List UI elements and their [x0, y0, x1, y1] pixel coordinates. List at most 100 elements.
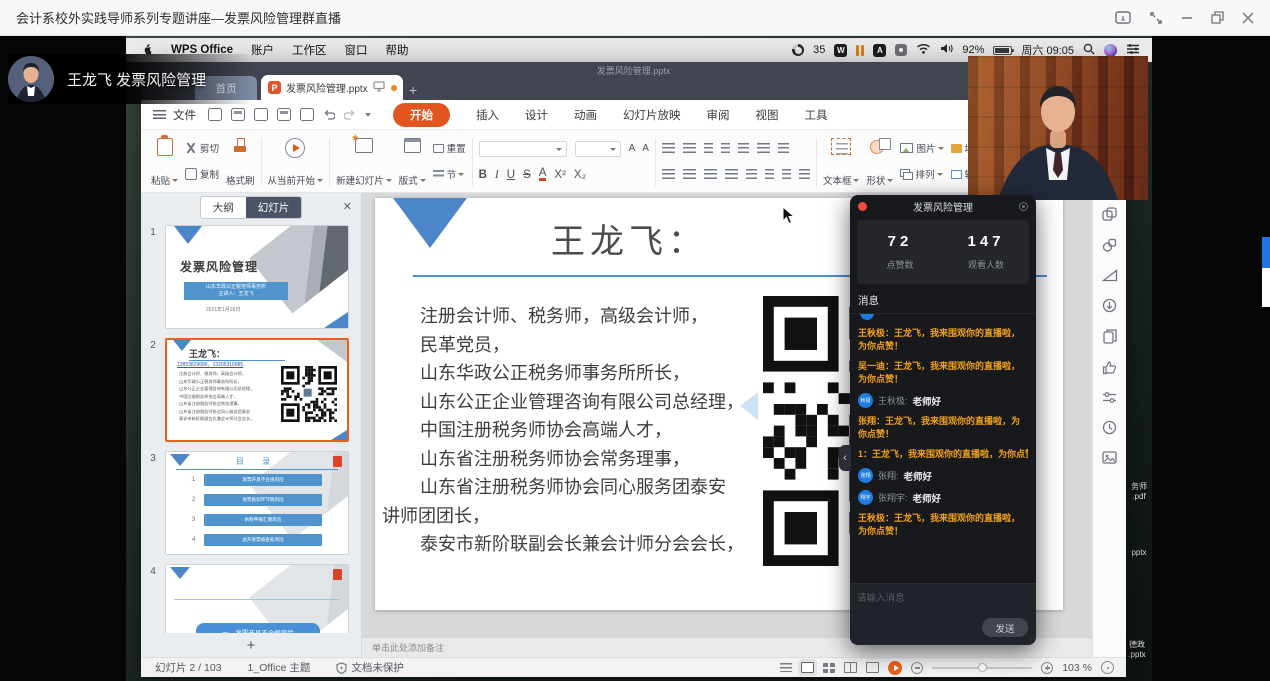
format-painter-button[interactable]: 格式刷	[226, 135, 255, 187]
ribbon-tab-slideshow[interactable]: 幻灯片放映	[623, 107, 681, 123]
print-icon[interactable]	[277, 108, 291, 121]
undo-icon[interactable]	[323, 109, 335, 121]
webcam-video[interactable]	[968, 56, 1148, 200]
slide-thumb-4[interactable]: 4 一、发票开具不合规风险	[141, 564, 361, 633]
pause-indicator-icon[interactable]	[856, 45, 864, 56]
section-button[interactable]: 节	[433, 167, 466, 181]
protection-status[interactable]: 文档未保护	[336, 660, 404, 675]
present-mode-icon[interactable]	[373, 79, 385, 97]
minimize-icon[interactable]	[1181, 12, 1193, 24]
desktop-file-pptx2[interactable]: 德政.pptx	[1122, 640, 1152, 660]
textbox-button[interactable]: 文本框	[823, 135, 860, 187]
ribbon-tab-insert[interactable]: 插入	[476, 107, 499, 123]
tab-document[interactable]: P 发票风险管理.pptx	[261, 75, 403, 100]
align-left-icon[interactable]	[662, 169, 675, 179]
timer-ring-icon[interactable]	[792, 44, 804, 56]
ribbon-tab-view[interactable]: 视图	[756, 107, 779, 123]
zoom-slider-knob[interactable]	[978, 663, 987, 672]
slideshow-view-icon[interactable]	[866, 662, 879, 673]
normal-view-icon[interactable]	[801, 662, 814, 673]
zoom-out-button[interactable]	[911, 662, 923, 674]
shrink-font-button[interactable]: A	[642, 143, 649, 154]
notes-view-icon[interactable]	[780, 663, 792, 672]
desktop-file-pptx[interactable]: pptx	[1124, 548, 1152, 558]
font-color-button[interactable]: A	[539, 168, 547, 181]
ime-icon[interactable]: A	[873, 44, 886, 57]
add-slide-button[interactable]: +	[141, 633, 361, 657]
cut-button[interactable]: 剪切	[185, 141, 219, 155]
slides-tab[interactable]: 幻灯片	[246, 197, 302, 218]
siri-icon[interactable]	[1104, 44, 1117, 57]
selection-icon[interactable]	[1102, 238, 1117, 253]
list-settings-icon[interactable]	[799, 169, 810, 179]
line-spacing-icon[interactable]	[738, 143, 749, 153]
slide-thumb-2[interactable]: 2 王龙飞： 13853829686，13205316885 注册会计师、税务师…	[141, 338, 361, 442]
outline-tab[interactable]: 大纲	[201, 197, 246, 218]
font-size-select[interactable]	[575, 141, 621, 157]
new-tab-button[interactable]: +	[409, 83, 417, 97]
align-right-icon[interactable]	[704, 169, 717, 179]
file-menu[interactable]: 文件	[173, 107, 196, 123]
reset-button[interactable]: 重置	[433, 141, 466, 155]
preview-icon[interactable]	[300, 108, 314, 121]
close-dot-icon[interactable]	[858, 202, 867, 211]
chat-settings-icon[interactable]	[1019, 202, 1028, 211]
message-list[interactable]: 王秋极：王龙飞，我来围观你的直播啦，为你点赞！ 吴一迪：王龙飞，我来围观你的直播…	[850, 314, 1036, 583]
zoom-level[interactable]: 103 %	[1062, 662, 1092, 674]
pin-panel-icon[interactable]	[1115, 11, 1131, 25]
wifi-icon[interactable]	[916, 43, 931, 57]
properties-icon[interactable]	[1102, 207, 1117, 222]
zoom-in-button[interactable]	[1041, 662, 1053, 674]
open-icon[interactable]	[208, 108, 222, 121]
numbered-list-icon[interactable]	[782, 169, 791, 179]
reading-view-icon[interactable]	[844, 662, 857, 673]
strikethrough-button[interactable]: S	[523, 169, 531, 181]
slide-thumb-3[interactable]: 3 目 录 1发票开具不合规风险 2发票抵扣环节税风险 3纳税申报汇缴风险	[141, 451, 361, 555]
layout-button[interactable]: 版式	[399, 135, 426, 187]
panel-close-icon[interactable]: ✕	[343, 200, 352, 213]
paste-button[interactable]: 粘贴	[151, 135, 178, 187]
menu-window[interactable]: 窗口	[344, 42, 367, 58]
redo-icon[interactable]	[344, 109, 356, 121]
close-icon[interactable]	[1242, 12, 1254, 24]
superscript-button[interactable]: X²	[554, 169, 566, 181]
quick-access-more-icon[interactable]	[365, 113, 371, 117]
image-panel-icon[interactable]	[1102, 451, 1117, 464]
increase-indent-icon[interactable]	[721, 143, 730, 153]
shapes-button[interactable]: 形状	[866, 135, 893, 187]
ribbon-tab-home[interactable]: 开始	[393, 103, 450, 127]
pages-icon[interactable]	[1103, 329, 1117, 344]
numbering-icon[interactable]	[683, 143, 696, 153]
wps-menubar-icon[interactable]: W	[834, 44, 847, 57]
bold-button[interactable]: B	[479, 169, 487, 181]
zoom-slider[interactable]	[932, 667, 1032, 669]
ribbon-tab-design[interactable]: 设计	[525, 107, 548, 123]
ribbon-tab-tools[interactable]: 工具	[805, 107, 828, 123]
control-center-icon[interactable]	[1126, 44, 1140, 57]
menu-workspace[interactable]: 工作区	[292, 42, 327, 58]
play-from-current-button[interactable]: 从当前开始	[268, 135, 324, 187]
arrange-button[interactable]: 排列	[900, 167, 943, 181]
distribute-icon[interactable]	[746, 169, 757, 179]
shrink-text-icon[interactable]	[765, 169, 774, 179]
menu-help[interactable]: 帮助	[385, 42, 408, 58]
volume-icon[interactable]	[940, 43, 953, 57]
copy-button[interactable]: 复制	[185, 167, 219, 181]
collapse-chat-icon[interactable]: ‹	[839, 445, 851, 471]
export-icon[interactable]	[254, 108, 268, 121]
slide-sorter-icon[interactable]	[823, 663, 835, 673]
theme-name[interactable]: 1_Office 主题	[248, 660, 311, 675]
save-icon[interactable]	[231, 108, 245, 121]
grow-font-button[interactable]: A	[629, 143, 636, 154]
bullets-icon[interactable]	[662, 143, 675, 153]
download-icon[interactable]	[1102, 298, 1117, 313]
decrease-indent-icon[interactable]	[704, 143, 713, 153]
underline-button[interactable]: U	[507, 169, 515, 181]
scrollbar[interactable]	[1262, 237, 1270, 307]
font-family-select[interactable]	[479, 141, 567, 157]
global-menu-icon[interactable]	[153, 110, 166, 119]
expand-icon[interactable]	[1149, 11, 1163, 25]
ribbon-tab-review[interactable]: 审阅	[707, 107, 730, 123]
new-slide-button[interactable]: 新建幻灯片	[336, 135, 392, 187]
sliders-icon[interactable]	[1102, 391, 1117, 404]
